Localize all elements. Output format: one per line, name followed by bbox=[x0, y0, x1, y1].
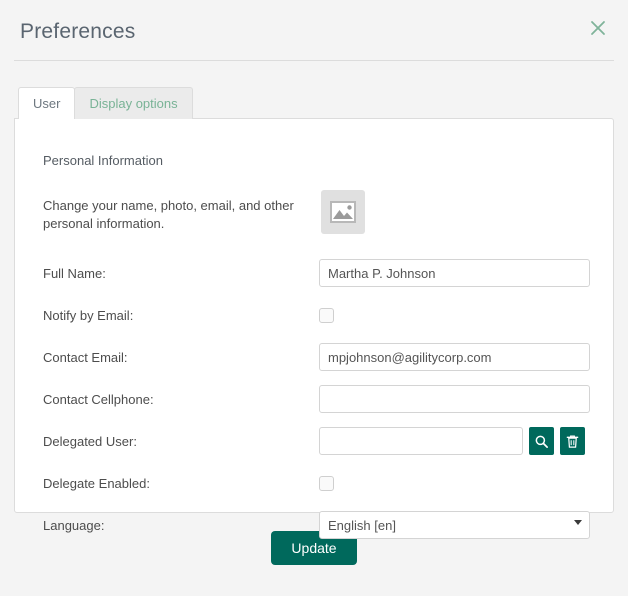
contact-email-field-area bbox=[319, 343, 590, 371]
page-title: Preferences bbox=[20, 20, 136, 43]
row-delegate-enabled: Delegate Enabled: bbox=[41, 466, 587, 500]
close-button[interactable] bbox=[586, 16, 610, 40]
row-contact-email: Contact Email: bbox=[41, 340, 590, 374]
trash-icon bbox=[566, 435, 579, 448]
tab-strip: User Display options bbox=[14, 87, 614, 120]
contact-cellphone-field-area bbox=[319, 385, 590, 413]
notify-by-email-field-area bbox=[319, 307, 587, 323]
row-notify-by-email: Notify by Email: bbox=[41, 298, 587, 332]
section-title: Personal Information bbox=[43, 153, 163, 168]
contact-cellphone-label: Contact Cellphone: bbox=[43, 391, 154, 407]
preferences-form: Full Name: Notify by Email: Contact Emai… bbox=[41, 256, 590, 542]
contact-email-input[interactable] bbox=[319, 343, 590, 371]
tab-user[interactable]: User bbox=[18, 87, 76, 120]
row-language: Language: English [en] bbox=[41, 508, 590, 542]
row-contact-cellphone: Contact Cellphone: bbox=[41, 382, 590, 416]
delegate-enabled-checkbox[interactable] bbox=[319, 475, 334, 491]
delegate-enabled-field-area bbox=[319, 475, 587, 491]
intro-text: Change your name, photo, email, and othe… bbox=[43, 198, 294, 231]
full-name-label: Full Name: bbox=[43, 265, 106, 281]
language-select[interactable]: English [en] bbox=[319, 511, 590, 539]
delegate-enabled-label: Delegate Enabled: bbox=[43, 475, 150, 491]
language-label: Language: bbox=[43, 517, 105, 533]
image-placeholder-icon bbox=[330, 201, 356, 223]
tabs-section: User Display options Personal Informatio… bbox=[0, 61, 628, 539]
tab-display-options[interactable]: Display options bbox=[74, 87, 193, 119]
row-delegated-user: Delegated User: bbox=[41, 424, 587, 458]
dialog-header: Preferences bbox=[0, 0, 628, 60]
personal-information-intro: Change your name, photo, email, and othe… bbox=[43, 190, 587, 234]
language-select-wrap: English [en] bbox=[319, 511, 590, 539]
row-full-name: Full Name: bbox=[41, 256, 590, 290]
delegated-user-search-button[interactable] bbox=[529, 427, 554, 455]
notify-by-email-label: Notify by Email: bbox=[43, 307, 134, 323]
delegated-user-field-area bbox=[319, 427, 587, 455]
delegated-user-label: Delegated User: bbox=[43, 433, 137, 449]
full-name-input[interactable] bbox=[319, 259, 590, 287]
delegated-user-clear-button[interactable] bbox=[560, 427, 585, 455]
user-tab-panel: Personal Information Change your name, p… bbox=[14, 118, 614, 539]
contact-email-label: Contact Email: bbox=[43, 349, 128, 365]
search-icon bbox=[535, 435, 548, 448]
close-icon bbox=[591, 21, 605, 35]
language-field-area: English [en] bbox=[319, 511, 590, 539]
full-name-field-area bbox=[319, 259, 590, 287]
notify-by-email-checkbox[interactable] bbox=[319, 307, 334, 323]
profile-photo-upload[interactable] bbox=[321, 190, 365, 234]
delegated-user-input[interactable] bbox=[319, 427, 523, 455]
contact-cellphone-input[interactable] bbox=[319, 385, 590, 413]
